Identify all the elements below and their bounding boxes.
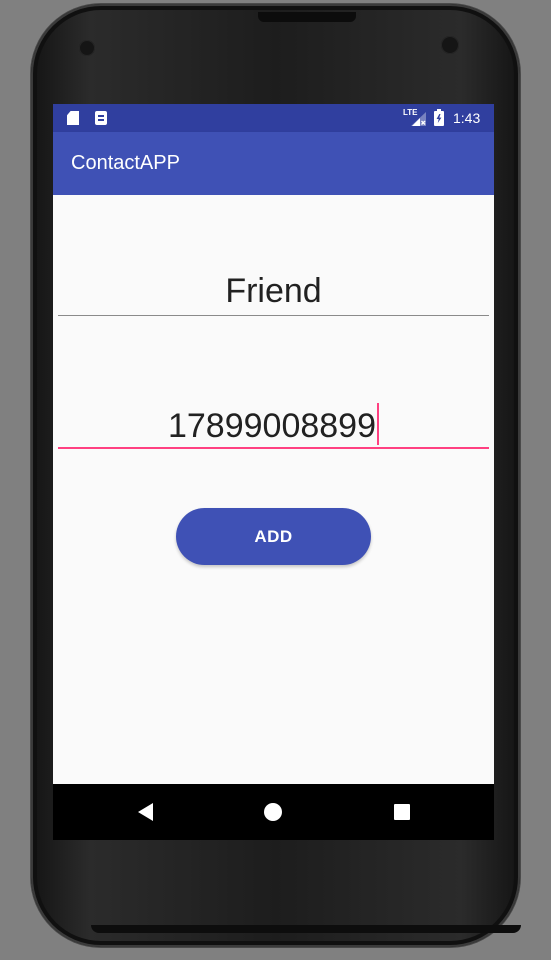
recents-icon[interactable]: [394, 804, 410, 820]
contact-phone-value: 17899008899: [167, 407, 376, 445]
phone-chin: [91, 925, 521, 933]
home-icon[interactable]: [264, 803, 282, 821]
status-bar: LTE 1:43: [53, 104, 494, 132]
device-screen: LTE 1:43 ContactAPP Friend 17899008899 A…: [53, 104, 494, 840]
front-sensor-left: [79, 40, 95, 56]
contact-name-input[interactable]: Friend: [58, 271, 489, 316]
speaker-grille: [258, 12, 356, 22]
text-cursor: [377, 403, 379, 445]
front-camera: [441, 36, 459, 54]
notification-icon: [95, 111, 107, 125]
app-toolbar: ContactAPP: [53, 132, 494, 195]
back-icon[interactable]: [138, 803, 153, 821]
navigation-bar: [53, 784, 494, 840]
sd-card-icon: [67, 111, 79, 125]
status-clock: 1:43: [453, 110, 481, 126]
battery-charging-icon: [434, 109, 444, 126]
app-title: ContactAPP: [71, 152, 180, 174]
signal-icon: [411, 112, 426, 126]
charging-bolt-icon: [436, 114, 442, 123]
emulator-frame: LTE 1:43 ContactAPP Friend 17899008899 A…: [0, 0, 551, 960]
main-content: Friend 17899008899 ADD: [53, 195, 494, 784]
contact-phone-input[interactable]: 17899008899: [58, 403, 489, 449]
contact-name-value: Friend: [225, 272, 322, 310]
add-button[interactable]: ADD: [176, 508, 371, 565]
